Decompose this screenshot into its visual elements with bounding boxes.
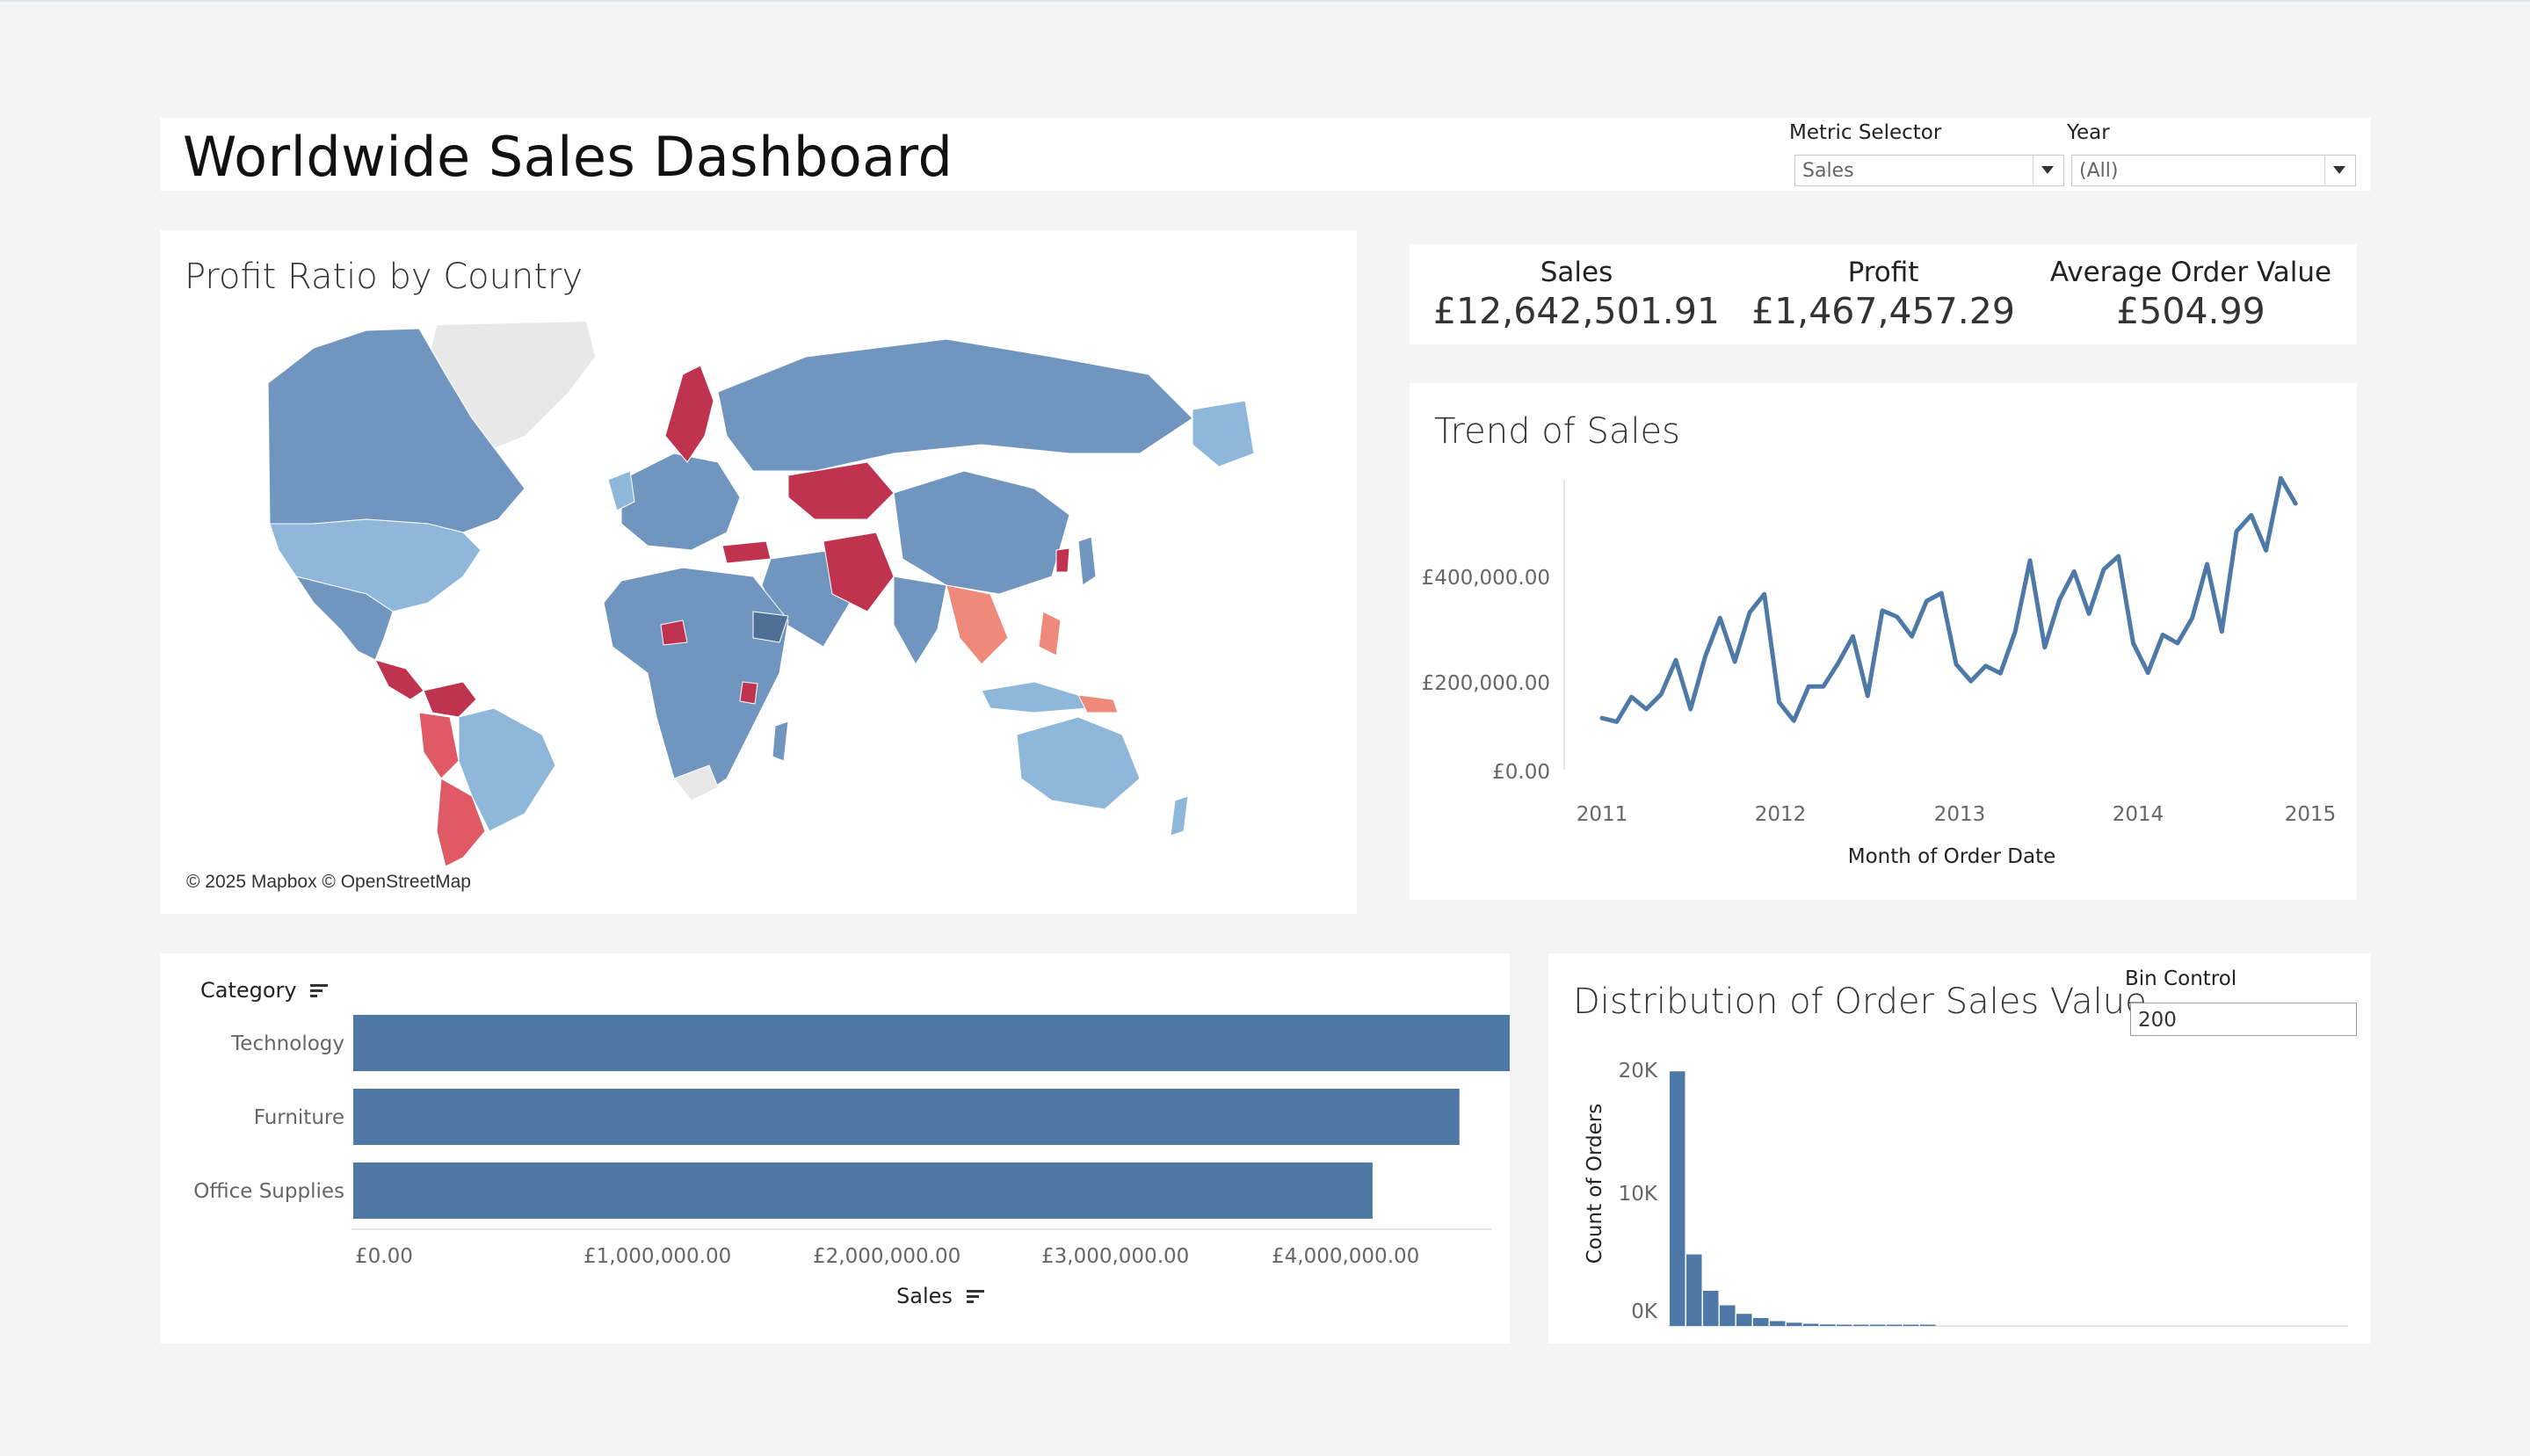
map-alaska[interactable] [1192,400,1254,467]
trend-chart[interactable]: £400,000.00 £200,000.00 £0.00 2011 2012 … [1410,383,2357,900]
histogram-bar[interactable] [1753,1318,1769,1326]
trend-x-tick-2014: 2014 [2113,803,2164,826]
histogram-bar[interactable] [1853,1324,1869,1327]
sales-axis-title-label: Sales [896,1284,953,1308]
year-label: Year [2067,121,2110,144]
category-bar[interactable] [353,1015,1510,1071]
dist-y-tick-10k: 10K [1619,1183,1658,1206]
category-label: Technology [230,1032,344,1055]
dist-y-tick-20k: 20K [1619,1060,1658,1083]
trend-x-axis-title: Month of Order Date [1848,845,2056,868]
map-australia[interactable] [1016,716,1141,810]
histogram-bar[interactable] [1720,1305,1736,1327]
histogram-bar[interactable] [1787,1322,1802,1326]
map-madagascar[interactable] [772,721,789,762]
category-x-tick: £0.00 [355,1245,413,1268]
map-tanzania[interactable] [739,681,758,705]
dashboard-title: Worldwide Sales Dashboard [183,125,953,189]
distribution-panel: Distribution of Order Sales Value Bin Co… [1548,953,2371,1344]
trend-x-tick-2012: 2012 [1755,803,1807,826]
histogram-bar[interactable] [1770,1321,1786,1327]
category-x-tick: £4,000,000.00 [1272,1245,1419,1268]
map-russia[interactable] [717,338,1193,472]
map-china[interactable] [893,470,1070,595]
trend-x-tick-2013: 2013 [1934,803,1986,826]
map-usa[interactable] [269,518,482,612]
category-x-tick: £3,000,000.00 [1041,1245,1189,1268]
kpi-aov-value: £504.99 [2116,290,2265,332]
dist-y-axis-title: Count of Orders [1584,1104,1606,1264]
category-bar[interactable] [353,1089,1460,1145]
map-europe-west[interactable] [620,453,741,551]
histogram-bar[interactable] [1820,1324,1836,1326]
metric-selector-label: Metric Selector [1789,121,1942,144]
map-title: Profit Ratio by Country [185,257,584,297]
trend-x-tick-2011: 2011 [1577,803,1628,826]
map-indonesia[interactable] [981,681,1088,714]
kpi-sales-label: Sales [1540,257,1613,288]
histogram-bar[interactable] [1803,1323,1819,1327]
trend-y-tick-0: £0.00 [1492,761,1550,784]
map-venezuela[interactable] [423,681,477,718]
window-top-border [0,0,2530,2]
map-japan[interactable] [1077,536,1097,586]
map-credit: © 2025 Mapbox © OpenStreetMap [186,872,471,892]
chevron-down-icon [2333,166,2345,174]
map-africa[interactable] [603,567,789,797]
year-value: (All) [2079,160,2119,182]
kpi-panel: Sales £12,642,501.91 Profit £1,467,457.2… [1410,244,2357,344]
map-philippines[interactable] [1038,611,1062,656]
histogram-bar[interactable] [1837,1324,1852,1327]
map-scandinavia[interactable] [664,365,714,463]
map-papua[interactable] [1077,694,1119,714]
map-new-zealand[interactable] [1170,795,1189,837]
year-arrow[interactable] [2324,156,2355,185]
histogram-bar[interactable] [1870,1324,1886,1327]
sales-axis-title[interactable]: Sales [896,1284,984,1308]
dist-y-tick-0k: 0K [1631,1300,1658,1323]
metric-selector-value: Sales [1802,160,1854,182]
sort-icon[interactable] [966,1290,984,1304]
histogram-bar[interactable] [1920,1324,1936,1327]
trend-y-tick-400k: £400,000.00 [1422,567,1550,590]
map-nigeria[interactable] [660,619,688,646]
metric-selector-arrow[interactable] [2033,156,2063,185]
kpi-profit-label: Profit [1847,257,1919,288]
category-bar-chart[interactable]: Technology Furniture Office Supplies £0.00 £… [160,953,1510,1344]
category-bar[interactable] [353,1163,1373,1219]
histogram-bar[interactable] [1670,1071,1685,1326]
trend-panel: Trend of Sales £400,000.00 £200,000.00 £… [1410,383,2357,900]
map-panel: Profit Ratio by Country © 2025 Mapbox © … [160,230,1357,914]
category-label: Furniture [254,1106,344,1129]
kpi-profit-value: £1,467,457.29 [1751,290,2015,332]
chevron-down-icon [2041,166,2054,174]
histogram-bar[interactable] [1887,1324,1903,1327]
trend-y-tick-200k: £200,000.00 [1422,672,1550,695]
header-bar: Worldwide Sales Dashboard Metric Selecto… [160,118,2371,191]
histogram-bar[interactable] [1686,1254,1702,1326]
histogram-bar[interactable] [1736,1314,1752,1326]
kpi-aov-label: Average Order Value [2049,257,2332,288]
distribution-histogram[interactable]: 20K 10K 0K Count of Orders [1548,953,2371,1344]
trend-x-tick-2015: 2015 [2285,803,2337,826]
map-turkey[interactable] [721,540,772,564]
map-india[interactable] [893,576,947,665]
trend-sales-line[interactable] [1599,475,2298,724]
category-x-tick: £2,000,000.00 [813,1245,961,1268]
histogram-bar[interactable] [1903,1324,1919,1327]
category-x-tick: £1,000,000.00 [584,1245,731,1268]
category-panel: Category Technology Furniture Office Suppl… [160,953,1510,1344]
category-label: Office Supplies [193,1180,344,1203]
map-peru[interactable] [418,712,460,779]
map-korea[interactable] [1055,547,1070,573]
metric-selector-dropdown[interactable]: Sales [1794,155,2064,186]
histogram-bar[interactable] [1703,1291,1719,1326]
map-central-america[interactable] [374,659,424,700]
world-map[interactable] [261,322,1254,866]
kpi-sales-value: £12,642,501.91 [1432,290,1721,332]
map-southeast-asia[interactable] [946,584,1009,665]
year-dropdown[interactable]: (All) [2071,155,2356,186]
